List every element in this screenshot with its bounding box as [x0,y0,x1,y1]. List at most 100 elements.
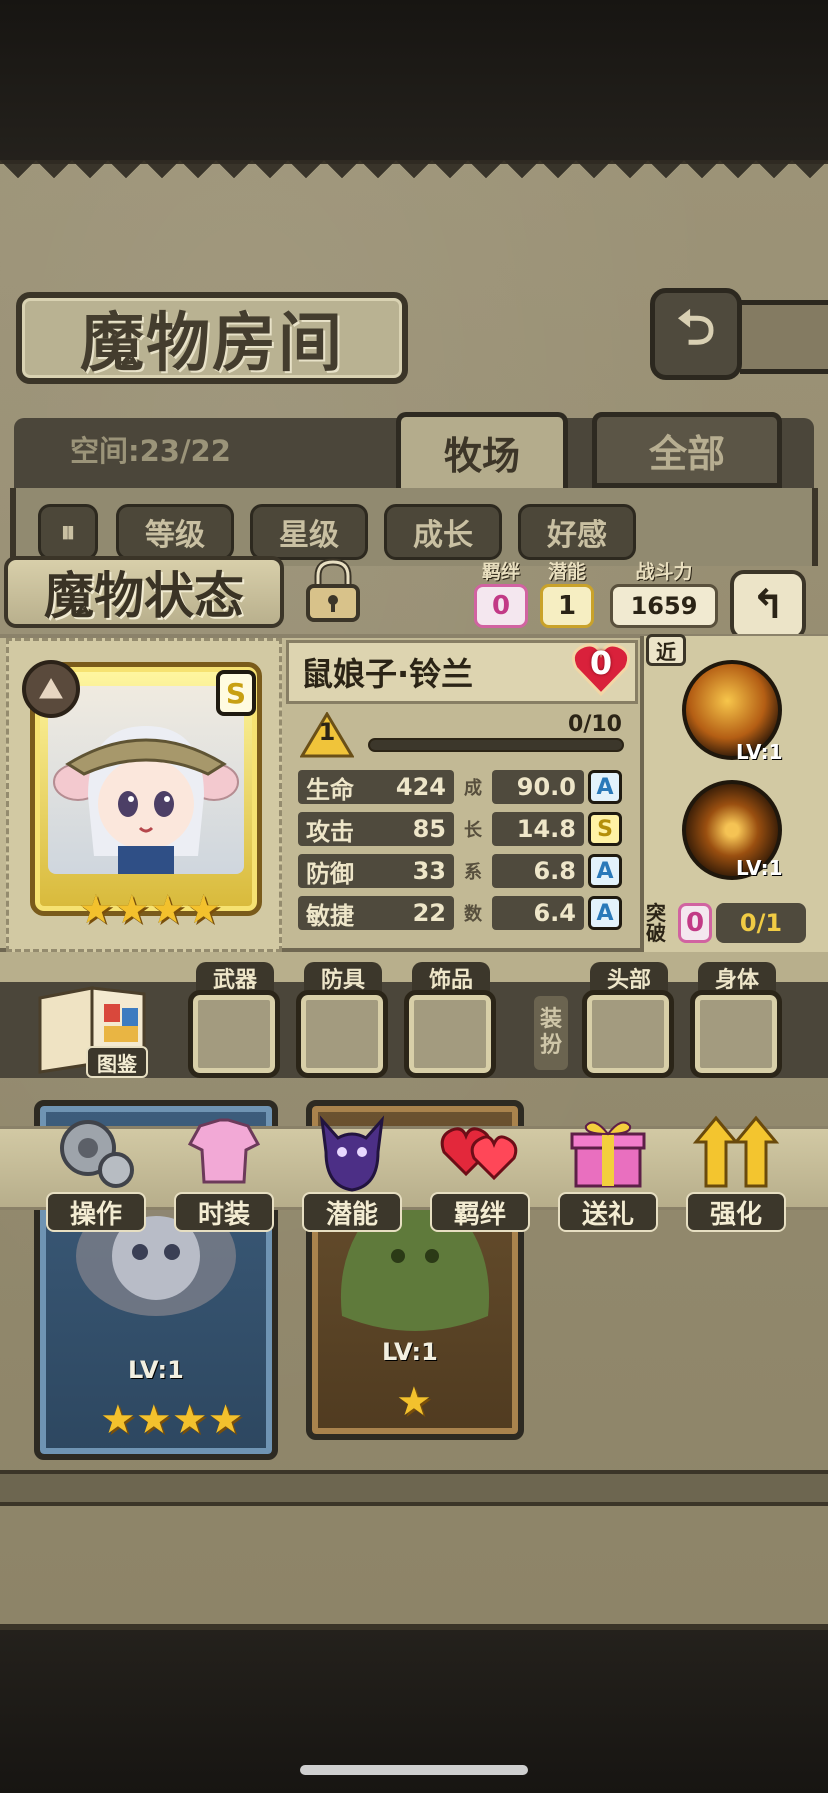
breakthrough-label: 突破 [646,901,666,945]
rank-badge: S [216,670,256,716]
growth-value: 90.0 [516,773,576,801]
potential-button[interactable]: 潜能 [302,1112,402,1232]
monster-name: 鼠娘子·铃兰 [301,655,474,693]
stat-name: 防御 [306,859,354,888]
dress-label: 装扮 [534,996,568,1070]
affection-badge: 0 [570,640,632,698]
stat-value: 22 [412,899,446,927]
list-floor [0,1470,828,1506]
gift-button[interactable]: 送礼 [558,1112,658,1232]
grade-badge: A [588,896,622,930]
star-icon: ★ [113,887,150,933]
outfit-button[interactable]: 时装 [174,1112,274,1232]
bond-label: 羁绊 [481,561,520,583]
growth-mark: 系 [464,862,482,883]
action-label: 时装 [174,1192,274,1232]
growth-value: 6.8 [533,857,576,885]
star-icon: ★ [185,887,222,933]
stat-name: 攻击 [306,817,354,846]
monster-stars: ★ [396,1379,432,1425]
codex-label[interactable]: 图鉴 [86,1046,148,1078]
gift-icon [570,1121,646,1188]
exp-bar [368,738,624,752]
bond-button[interactable]: 羁绊 [430,1112,530,1232]
return-arrow-icon: ↰ [751,582,785,628]
pause-sort-icon: ⏸ [60,514,76,550]
breakthrough-progress[interactable]: 0/1 [716,903,806,943]
head-slot[interactable] [582,990,674,1078]
padlock-icon[interactable] [298,556,368,624]
return-arrow-icon: ⮌ [676,299,716,356]
monster-art [48,686,244,874]
level-badge: 1 [299,711,355,758]
stat-value: 424 [395,773,446,801]
growth-value: 6.4 [533,899,576,927]
status-title: 魔物状态 [44,567,244,625]
home-indicator[interactable] [300,1765,528,1775]
shadow-potential-icon [319,1115,385,1192]
body-slot[interactable] [690,990,782,1078]
enhance-button[interactable]: 强化 [686,1112,786,1232]
monster-stars: ★ ★ ★ ★ [100,1397,244,1443]
growth-value: 14.8 [516,815,576,843]
tab-all[interactable]: 全部 [592,412,782,488]
frame-zigzag-border [0,160,828,196]
weapon-slot[interactable] [188,990,280,1078]
operate-button[interactable]: 操作 [46,1112,146,1232]
upgrade-arrows-icon [692,1115,780,1188]
stat-name: 生命 [306,775,354,804]
action-label: 送礼 [558,1192,658,1232]
growth-mark: 数 [464,904,482,925]
bond-value: 0 [474,584,528,628]
sort-star-button[interactable]: 星级 [250,504,368,560]
accessory-slot[interactable] [404,990,496,1078]
power-label: 战斗力 [635,561,693,583]
breakthrough-value: 0 [678,903,712,943]
power-value: 1659 [610,584,718,628]
mountain-class-icon: ⛰ [22,660,80,718]
status-close-button[interactable]: ↰ [730,570,806,640]
action-label: 羁绊 [430,1192,530,1232]
tab-ranch[interactable]: 牧场 [396,412,568,488]
hearts-icon [440,1127,518,1181]
affection-value: 0 [589,644,613,682]
potential-label: 潜能 [547,561,586,583]
sort-growth-button[interactable]: 成长 [384,504,502,560]
range-tag: 近 [646,634,686,666]
page-title-plaque: 魔物房间 [16,292,408,384]
stat-name: 敏捷 [306,901,354,930]
monster-level-label: LV:1 [382,1338,438,1366]
monster-level-label: LV:1 [128,1356,184,1384]
back-button-rail [740,300,828,374]
gear-icon [60,1120,134,1188]
outfit-icon [187,1118,261,1184]
grade-badge: A [588,770,622,804]
armor-slot[interactable] [296,990,388,1078]
status-title-plaque: 魔物状态 [4,556,284,628]
star-icon: ★ [149,887,186,933]
star-icon: ★ [78,887,114,933]
stat-row-agility: 敏捷 22 数 6.4 A [298,894,622,932]
growth-mark: 长 [464,820,482,841]
grade-badge: A [588,854,622,888]
monster-stars: ★ ★ ★ ★ [78,890,221,930]
skill-level: LV:1 [736,856,783,880]
stat-row-attack: 攻击 85 长 14.8 S [298,810,622,848]
breakthrough-row: 突破 0 0/1 [646,900,822,946]
skill-level: LV:1 [736,740,783,764]
stat-row-defense: 防御 33 系 6.8 A [298,852,622,890]
sort-level-button[interactable]: 等级 [116,504,234,560]
exp-text: 0/10 [568,712,622,737]
sort-affection-button[interactable]: 好感 [518,504,636,560]
power-stat: 战斗力 1659 [610,562,718,628]
page-title: 魔物房间 [80,307,344,381]
bond-stat: 羁绊 0 [474,562,528,628]
growth-mark: 成 [464,778,482,799]
action-label: 潜能 [302,1192,402,1232]
action-label: 操作 [46,1192,146,1232]
sort-toggle-button[interactable]: ⏸ [38,504,98,560]
grade-badge: S [588,812,622,846]
action-label: 强化 [686,1192,786,1232]
potential-value: 1 [540,584,594,628]
back-button[interactable]: ⮌ [650,288,742,380]
